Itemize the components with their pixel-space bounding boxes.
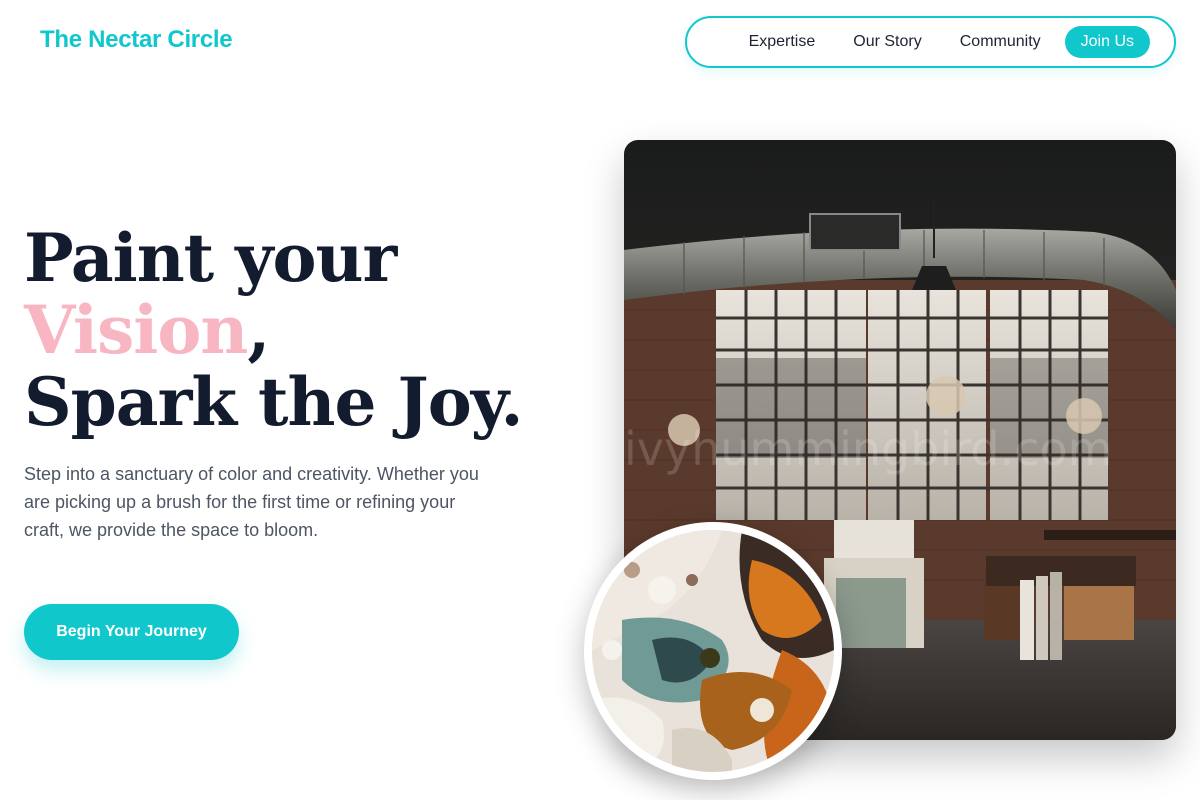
hero-headline: Paint your Vision, Spark the Joy.: [24, 222, 523, 438]
headline-line-3: Spark the Joy.: [24, 363, 523, 441]
paint-texture-photo: [584, 522, 842, 780]
svg-text:ivyhummingbird.com: ivyhummingbird.com: [624, 422, 1112, 476]
headline-accent: Vision: [24, 291, 248, 369]
begin-journey-button[interactable]: Begin Your Journey: [24, 604, 239, 660]
brand-logo[interactable]: The Nectar Circle: [40, 26, 233, 54]
nav-link-community[interactable]: Community: [960, 33, 1041, 51]
landing-page: The Nectar Circle Expertise Our Story Co…: [0, 0, 1200, 800]
headline-line-1: Paint your: [24, 219, 397, 297]
headline-comma: ,: [247, 291, 270, 369]
nav-link-expertise[interactable]: Expertise: [749, 33, 816, 51]
hero-description: Step into a sanctuary of color and creat…: [24, 464, 479, 540]
main-nav: Expertise Our Story Community Join Us: [685, 16, 1176, 68]
nav-link-our-story[interactable]: Our Story: [853, 33, 921, 51]
join-us-button[interactable]: Join Us: [1064, 26, 1150, 58]
